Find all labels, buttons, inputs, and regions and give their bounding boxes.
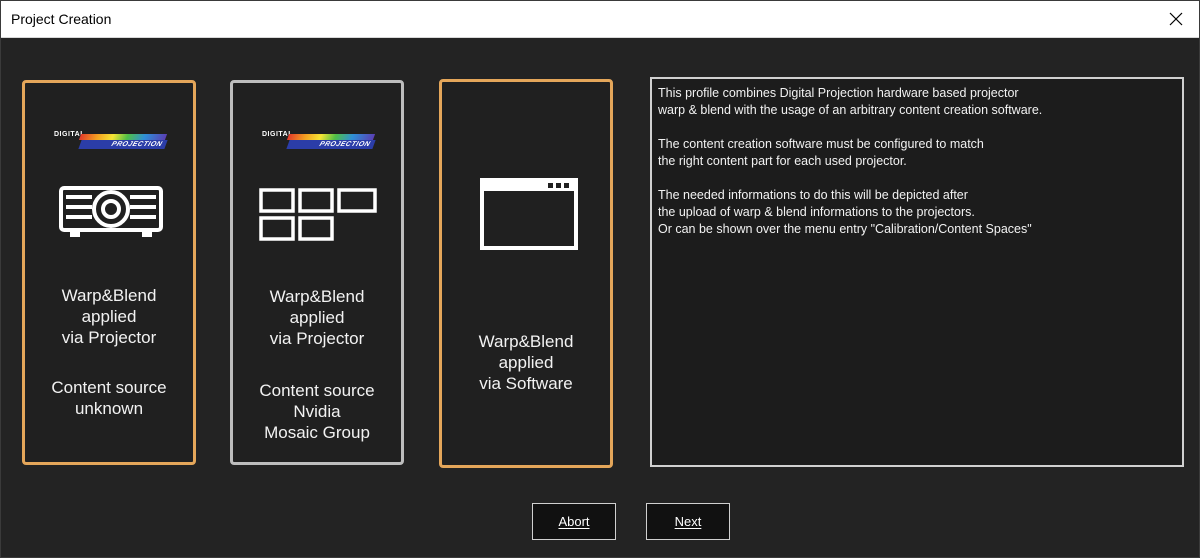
close-icon	[1169, 12, 1183, 26]
card-source-label: Content source Nvidia Mosaic Group	[259, 381, 375, 442]
description-paragraph: The content creation software must be co…	[658, 137, 984, 168]
description-paragraph: This profile combines Digital Projection…	[658, 86, 1043, 117]
card-mode-label: Warp&Blend applied via Software	[478, 332, 574, 393]
close-button[interactable]	[1153, 1, 1199, 37]
display-grid-icon	[259, 188, 377, 241]
application-window-icon	[480, 178, 578, 250]
card-mode-label: Warp&Blend applied via Projector	[269, 287, 365, 348]
card-source-label: Content source unknown	[51, 378, 167, 418]
profile-description-panel: This profile combines Digital Projection…	[650, 77, 1184, 467]
option-card-projector-nvidia-mosaic[interactable]: DIGITAL PROJECTION Warp&Blend applied vi…	[230, 80, 404, 465]
next-button[interactable]: Next	[646, 503, 730, 540]
digital-projection-logo: DIGITAL PROJECTION	[262, 131, 376, 151]
digital-projection-logo: DIGITAL PROJECTION	[54, 131, 168, 151]
title-bar: Project Creation	[1, 1, 1199, 38]
projector-icon	[59, 186, 163, 237]
option-card-software[interactable]: Warp&Blend applied via Software	[439, 79, 613, 468]
project-creation-dialog: Project Creation DIGITAL PROJECTION Warp…	[0, 0, 1200, 558]
abort-button[interactable]: Abort	[532, 503, 616, 540]
description-paragraph: The needed informations to do this will …	[658, 188, 1032, 236]
window-title: Project Creation	[11, 11, 112, 27]
option-card-projector-unknown-source[interactable]: DIGITAL PROJECTION Warp&Blend applied vi…	[22, 80, 196, 465]
card-mode-label: Warp&Blend applied via Projector	[61, 286, 157, 347]
